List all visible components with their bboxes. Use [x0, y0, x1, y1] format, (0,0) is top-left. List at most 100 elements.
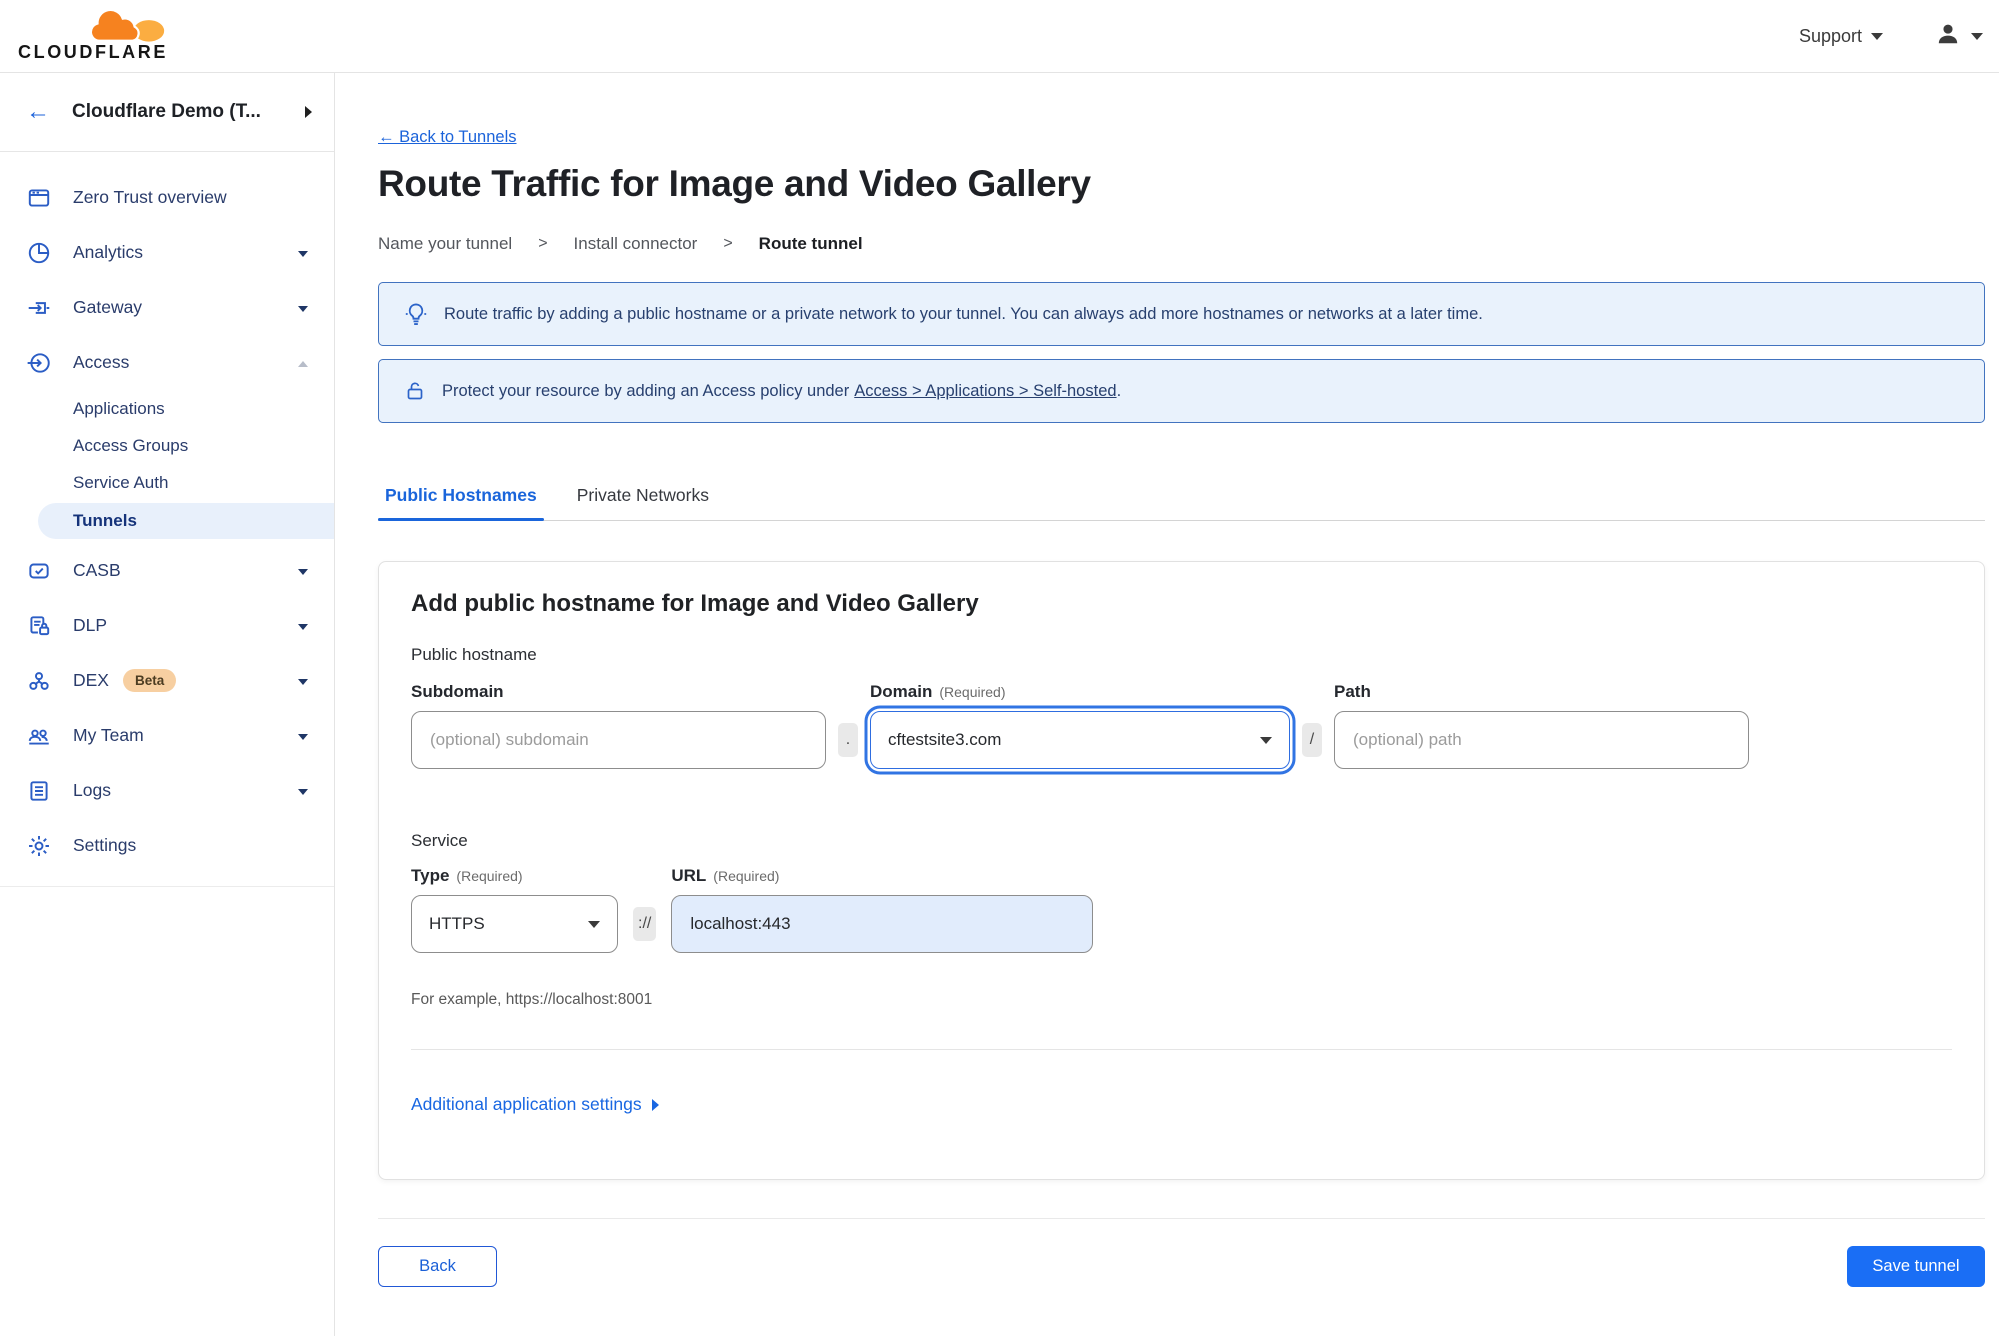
tab-private-networks[interactable]: Private Networks — [570, 475, 716, 520]
footer-actions: Back Save tunnel — [378, 1246, 1985, 1287]
back-to-tunnels-link[interactable]: ← Back to Tunnels — [378, 128, 517, 147]
tab-public-hostnames[interactable]: Public Hostnames — [378, 475, 544, 521]
sidebar-item-label: Zero Trust overview — [73, 187, 227, 207]
required-note: (Required) — [939, 684, 1006, 700]
sidebar: ← Cloudflare Demo (T... Zero Trust overv… — [0, 73, 335, 1336]
sidebar-divider — [0, 886, 334, 887]
dex-molecule-icon — [29, 671, 49, 690]
required-note: (Required) — [713, 868, 780, 884]
sidebar-item-service-auth[interactable]: Service Auth — [0, 464, 334, 501]
domain-selected-value: cftestsite3.com — [888, 730, 1002, 749]
dlp-document-lock-icon — [30, 615, 50, 635]
sidebar-item-dex[interactable]: DEX Beta — [0, 653, 334, 708]
sidebar-item-label: Analytics — [73, 242, 144, 262]
tip-banner-text: Route traffic by adding a public hostnam… — [444, 304, 1483, 323]
step-route-tunnel: Route tunnel — [758, 234, 863, 253]
access-policy-banner: Protect your resource by adding an Acces… — [378, 359, 1985, 423]
service-field-row: Type (Required) HTTPS :// URL (Required) — [411, 866, 1952, 953]
subdomain-group: Subdomain — [411, 682, 826, 769]
sidebar-item-applications[interactable]: Applications — [0, 390, 334, 427]
sidebar-item-label: Logs — [73, 780, 111, 800]
url-group: URL (Required) — [671, 866, 1094, 953]
breadcrumb-separator: > — [723, 235, 733, 252]
step-name-your-tunnel[interactable]: Name your tunnel — [378, 234, 512, 254]
additional-settings-label: Additional application settings — [411, 1094, 642, 1114]
sidebar-item-zero-trust-overview[interactable]: Zero Trust overview — [0, 170, 334, 225]
chevron-down-icon — [298, 244, 308, 262]
footer-divider — [378, 1218, 1985, 1219]
path-input[interactable] — [1334, 711, 1749, 769]
step-install-connector[interactable]: Install connector — [574, 234, 698, 254]
domain-select[interactable]: cftestsite3.com — [870, 711, 1290, 769]
chevron-up-icon — [298, 354, 308, 372]
gateway-icon — [28, 301, 50, 314]
sidebar-item-dlp[interactable]: DLP — [0, 598, 334, 653]
service-type-select[interactable]: HTTPS — [411, 895, 618, 953]
domain-label: Domain (Required) — [870, 682, 1006, 701]
chevron-down-icon — [588, 920, 600, 928]
sidebar-item-gateway[interactable]: Gateway — [0, 280, 334, 335]
cloudflare-cloud-icon — [76, 9, 168, 44]
sidebar-item-analytics[interactable]: Analytics — [0, 225, 334, 280]
sidebar-item-tunnels[interactable]: Tunnels — [38, 503, 334, 539]
type-group: Type (Required) HTTPS — [411, 866, 618, 953]
chevron-down-icon — [298, 727, 308, 745]
support-menu[interactable]: Support — [1799, 26, 1883, 47]
back-arrow-icon[interactable]: ← — [26, 100, 50, 124]
chevron-down-icon — [298, 299, 308, 317]
tip-banner: Route traffic by adding a public hostnam… — [378, 282, 1985, 346]
public-hostname-section-label: Public hostname — [411, 645, 537, 664]
sidebar-item-access[interactable]: Access — [0, 335, 334, 390]
access-applications-self-hosted-link[interactable]: Access > Applications > Self-hosted — [854, 382, 1116, 400]
gear-icon — [29, 835, 49, 856]
cloudflare-logo-text: CLOUDFLARE — [18, 41, 168, 62]
sidebar-item-logs[interactable]: Logs — [0, 763, 334, 818]
sidebar-item-label: My Team — [73, 725, 144, 745]
public-hostname-card: Add public hostname for Image and Video … — [378, 561, 1985, 1180]
save-tunnel-button[interactable]: Save tunnel — [1847, 1246, 1985, 1287]
url-example-hint: For example, https://localhost:8001 — [411, 991, 653, 1008]
expand-account-icon[interactable] — [305, 106, 312, 118]
access-icon — [27, 352, 50, 373]
chevron-down-icon — [1260, 736, 1272, 744]
sidebar-item-label: DEX — [73, 670, 109, 690]
service-section-label: Service — [411, 831, 468, 850]
support-label: Support — [1798, 25, 1862, 46]
chevron-down-icon — [1871, 32, 1883, 40]
sidebar-item-label: DLP — [73, 615, 108, 635]
path-label: Path — [1334, 682, 1371, 701]
access-policy-text: Protect your resource by adding an Acces… — [442, 381, 1122, 400]
sidebar-item-label: Access — [73, 352, 130, 372]
overview-window-icon — [28, 188, 50, 207]
slash-separator: / — [1302, 723, 1322, 757]
sidebar-item-casb[interactable]: CASB — [0, 543, 334, 598]
beta-badge: Beta — [122, 669, 177, 692]
sidebar-item-label: CASB — [73, 560, 121, 580]
subdomain-input[interactable] — [411, 711, 826, 769]
main-content: ← Back to Tunnels Route Traffic for Imag… — [335, 73, 1999, 1336]
user-avatar-icon — [1935, 21, 1961, 52]
lock-icon — [407, 382, 423, 400]
breadcrumb-separator: > — [538, 235, 548, 252]
chevron-down-icon — [298, 617, 308, 635]
chevron-down-icon — [298, 672, 308, 690]
sidebar-item-settings[interactable]: Settings — [0, 818, 334, 873]
path-group: Path — [1334, 682, 1749, 769]
card-divider — [411, 1049, 1952, 1050]
sidebar-item-label: Settings — [73, 835, 137, 855]
cloudflare-logo: CLOUDFLARE — [18, 9, 168, 63]
user-menu[interactable] — [1935, 21, 1983, 52]
card-title: Add public hostname for Image and Video … — [411, 590, 979, 617]
sidebar-item-label: Access Groups — [73, 435, 189, 455]
top-bar: CLOUDFLARE Support — [0, 0, 1999, 73]
additional-application-settings-link[interactable]: Additional application settings — [411, 1094, 659, 1115]
hostname-field-row: Subdomain . Domain(Required) cftestsite3… — [411, 682, 1952, 769]
topbar-right: Support — [1799, 21, 1983, 52]
logs-document-icon — [30, 780, 48, 801]
service-url-input[interactable] — [671, 895, 1094, 953]
sidebar-item-access-groups[interactable]: Access Groups — [0, 427, 334, 464]
required-note: (Required) — [456, 868, 523, 884]
sidebar-item-my-team[interactable]: My Team — [0, 708, 334, 763]
chevron-down-icon — [1971, 32, 1983, 40]
back-button[interactable]: Back — [378, 1246, 497, 1287]
